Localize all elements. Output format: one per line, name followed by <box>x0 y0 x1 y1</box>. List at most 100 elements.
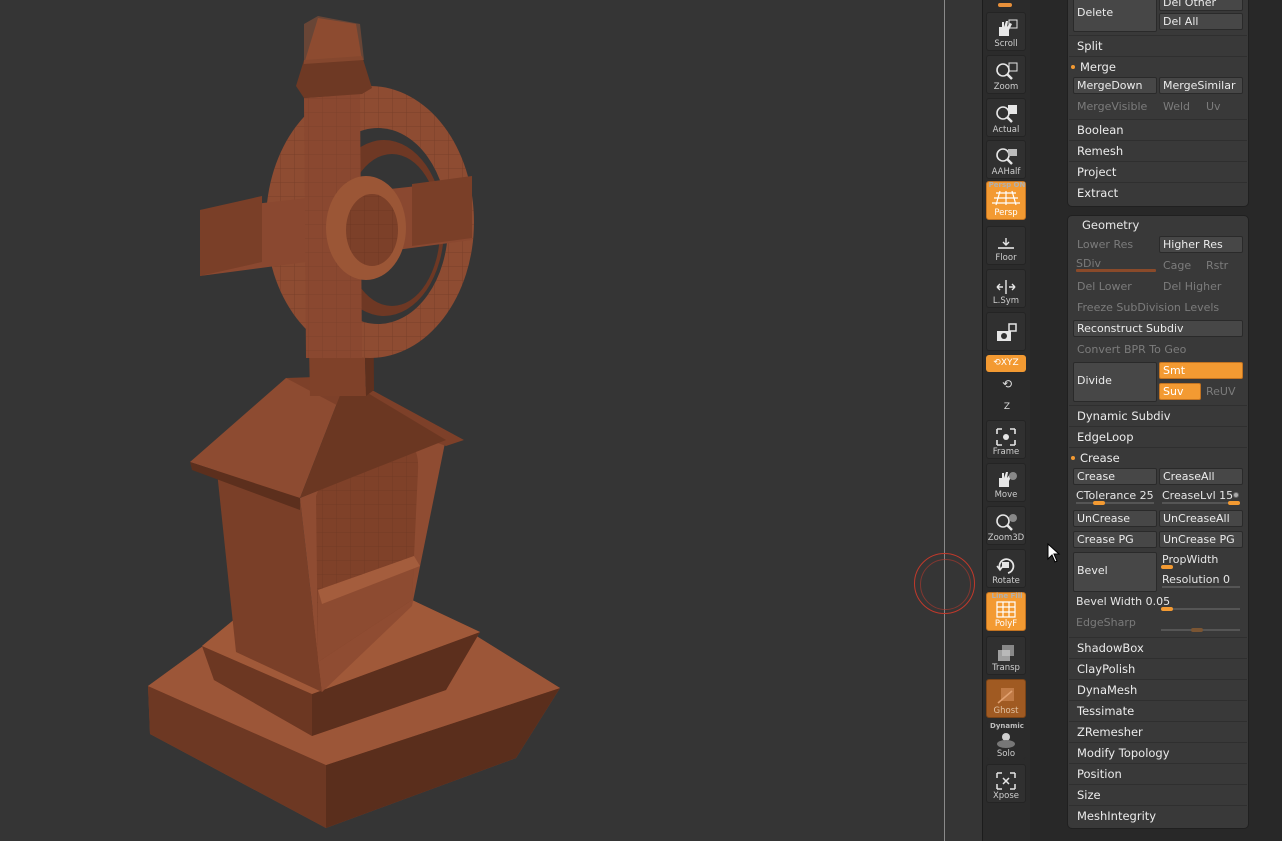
claypolish-row[interactable]: ClayPolish <box>1069 658 1247 678</box>
mouse-pointer-icon <box>1047 543 1061 563</box>
propwidth-knob[interactable] <box>1161 565 1173 569</box>
xpose-icon <box>996 772 1016 790</box>
rotate-button[interactable]: Rotate <box>986 549 1026 588</box>
xyz-rotation-button[interactable]: ⟲XYZ <box>986 355 1026 372</box>
crease-button[interactable]: Crease <box>1073 468 1157 485</box>
weld-button[interactable]: Weld <box>1159 98 1201 115</box>
merge-down-button[interactable]: MergeDown <box>1073 77 1157 94</box>
z-rotation-button[interactable]: Z <box>999 398 1015 414</box>
crease-lvl-knob[interactable] <box>1228 501 1240 505</box>
sdiv-slider-fill <box>1076 269 1156 272</box>
celtic-cross-tombstone-model[interactable] <box>0 0 944 841</box>
bevel-button[interactable]: Bevel <box>1073 552 1157 592</box>
bevel-width-slider[interactable]: Bevel Width 0.05 <box>1073 594 1243 611</box>
dynamic-subdiv-row[interactable]: Dynamic Subdiv <box>1069 405 1247 425</box>
local-symmetry-icon <box>996 280 1016 294</box>
resolution-slider[interactable]: Resolution 0 <box>1159 572 1243 589</box>
persp-button[interactable]: Persp ON Persp <box>986 181 1026 220</box>
perspective-grid-icon <box>992 190 1020 206</box>
merge-row[interactable]: Merge <box>1069 56 1247 76</box>
crease-lvl-indicator-icon <box>1233 492 1239 498</box>
scroll-button[interactable]: Scroll <box>986 12 1026 51</box>
rotate-icon <box>996 558 1015 574</box>
propwidth-slider[interactable]: PropWidth <box>1159 552 1243 569</box>
convert-bpr-button[interactable]: Convert BPR To Geo <box>1073 341 1243 358</box>
aahalf-button[interactable]: AAHalf <box>986 140 1026 179</box>
shadowbox-row[interactable]: ShadowBox <box>1069 637 1247 657</box>
reuv-button[interactable]: ReUV <box>1202 383 1243 400</box>
edge-sharp-knob[interactable] <box>1191 628 1203 632</box>
resolution-track <box>1162 586 1240 588</box>
sdiv-slider[interactable]: SDiv <box>1073 256 1157 273</box>
del-lower-button[interactable]: Del Lower <box>1073 278 1157 295</box>
move-button[interactable]: Move <box>986 463 1026 502</box>
ctolerance-knob[interactable] <box>1092 501 1105 505</box>
meshintegrity-row[interactable]: MeshIntegrity <box>1069 805 1247 825</box>
shelf-scroll-indicator[interactable] <box>998 3 1012 7</box>
crease-all-button[interactable]: CreaseAll <box>1159 468 1243 485</box>
divide-button[interactable]: Divide <box>1073 362 1157 402</box>
del-all-button[interactable]: Del All <box>1159 13 1243 30</box>
y-rotation-button[interactable]: ⟲ <box>999 377 1015 393</box>
uncrease-pg-button[interactable]: UnCrease PG <box>1159 531 1243 548</box>
polyf-button[interactable]: Line Fill PolyF <box>986 592 1026 631</box>
tessimate-row[interactable]: Tessimate <box>1069 700 1247 720</box>
higher-res-button[interactable]: Higher Res <box>1159 236 1243 253</box>
merge-active-dot <box>1071 65 1075 69</box>
floor-grid-icon <box>998 238 1014 249</box>
zoom-button[interactable]: Zoom <box>986 55 1026 94</box>
crease-lvl-slider[interactable]: CreaseLvl 15 <box>1159 488 1243 505</box>
document-viewport[interactable] <box>0 0 982 841</box>
dynamesh-row[interactable]: DynaMesh <box>1069 679 1247 699</box>
zoom3d-button[interactable]: Zoom3D <box>986 506 1026 545</box>
ghost-button[interactable]: Ghost <box>986 679 1026 718</box>
hand-move-icon <box>999 472 1017 487</box>
position-row[interactable]: Position <box>1069 763 1247 783</box>
extract-row[interactable]: Extract <box>1069 182 1247 202</box>
merge-visible-button[interactable]: MergeVisible <box>1073 98 1157 115</box>
crease-pg-button[interactable]: Crease PG <box>1073 531 1157 548</box>
lsym-button[interactable]: L.Sym <box>986 269 1026 308</box>
zremesher-row[interactable]: ZRemesher <box>1069 721 1247 741</box>
freeze-subdivision-button[interactable]: Freeze SubDivision Levels <box>1073 299 1243 316</box>
floor-button[interactable]: Floor <box>986 226 1026 265</box>
cage-button[interactable]: Cage <box>1159 257 1201 274</box>
xpose-button[interactable]: Xpose <box>986 764 1026 803</box>
frame-icon <box>996 428 1016 446</box>
edge-sharp-slider[interactable]: EdgeSharp <box>1073 615 1243 632</box>
split-row[interactable]: Split <box>1069 35 1247 55</box>
ctolerance-slider[interactable]: CTolerance 25 <box>1073 488 1157 505</box>
magnifier-zoom3d-icon <box>996 514 1017 531</box>
crease-section-row[interactable]: Crease <box>1069 447 1247 467</box>
frame-button[interactable]: Frame <box>986 420 1026 459</box>
geometry-title[interactable]: Geometry <box>1082 218 1139 232</box>
modify-topology-row[interactable]: Modify Topology <box>1069 742 1247 762</box>
ctolerance-track <box>1076 502 1154 504</box>
merge-similar-button[interactable]: MergeSimilar <box>1159 77 1243 94</box>
lower-res-button[interactable]: Lower Res <box>1073 236 1157 253</box>
suv-toggle[interactable]: Suv <box>1159 383 1201 400</box>
camera-lock-button[interactable] <box>986 312 1026 351</box>
uv-button[interactable]: Uv <box>1202 98 1243 115</box>
boolean-row[interactable]: Boolean <box>1069 119 1247 139</box>
hand-scroll-icon <box>999 19 1018 36</box>
del-other-button[interactable]: Del Other <box>1159 0 1243 11</box>
transp-button[interactable]: Transp <box>986 636 1026 675</box>
delete-button[interactable]: Delete <box>1073 0 1157 32</box>
magnifier-zoom-icon <box>996 62 1018 80</box>
bevel-width-knob[interactable] <box>1161 607 1173 611</box>
actual-button[interactable]: Actual <box>986 98 1026 137</box>
rstr-button[interactable]: Rstr <box>1202 257 1243 274</box>
del-higher-button[interactable]: Del Higher <box>1159 278 1243 295</box>
camera-lock-icon <box>997 323 1017 341</box>
project-row[interactable]: Project <box>1069 161 1247 181</box>
smt-toggle[interactable]: Smt <box>1159 362 1243 379</box>
size-row[interactable]: Size <box>1069 784 1247 804</box>
edgeloop-row[interactable]: EdgeLoop <box>1069 426 1247 446</box>
reconstruct-subdiv-button[interactable]: Reconstruct Subdiv <box>1073 320 1243 337</box>
uncrease-button[interactable]: UnCrease <box>1073 510 1157 527</box>
solo-button[interactable]: Dynamic Solo <box>986 721 1026 760</box>
remesh-row[interactable]: Remesh <box>1069 140 1247 160</box>
uncrease-all-button[interactable]: UnCreaseAll <box>1159 510 1243 527</box>
viewport-divider <box>944 0 945 841</box>
